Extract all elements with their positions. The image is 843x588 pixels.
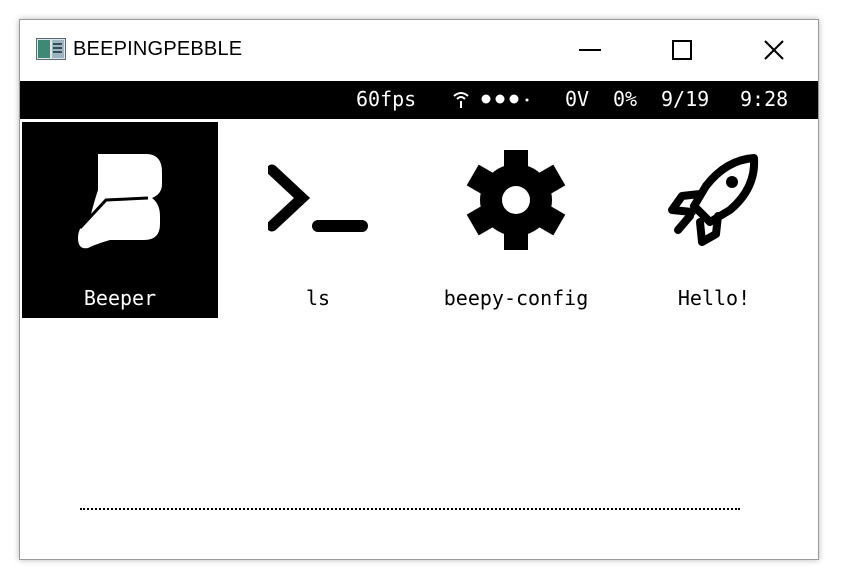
clock: 9:28 xyxy=(740,87,789,111)
close-button[interactable] xyxy=(728,20,818,80)
app-label: ls xyxy=(305,286,331,310)
app-icon xyxy=(36,38,66,60)
app-tile-hello[interactable]: Hello! xyxy=(616,122,812,318)
page-indicator-line xyxy=(80,508,740,510)
fps-counter: 60fps xyxy=(356,87,417,111)
app-label: Hello! xyxy=(677,286,751,310)
gear-icon xyxy=(466,150,566,250)
wifi-icon xyxy=(453,92,469,108)
close-icon xyxy=(764,40,784,60)
app-window: BEEPINGPEBBLE 60fps 0V 0% 9/19 9:28 Beep… xyxy=(19,19,819,560)
status-bar: 60fps 0V 0% 9/19 9:28 xyxy=(20,81,818,119)
app-tile-beeper[interactable]: Beeper xyxy=(22,122,218,318)
battery-percent: 0% xyxy=(613,87,638,111)
minimize-icon xyxy=(579,49,601,51)
app-label: Beeper xyxy=(83,286,157,310)
voltage-readout: 0V xyxy=(565,87,590,111)
window-title: BEEPINGPEBBLE xyxy=(73,38,243,60)
rocket-icon xyxy=(668,154,759,246)
app-tile-beepy-config[interactable]: beepy-config xyxy=(418,122,614,318)
terminal-prompt-icon xyxy=(268,164,368,232)
title-bar[interactable]: BEEPINGPEBBLE xyxy=(20,20,818,80)
date-readout: 9/19 xyxy=(661,87,710,111)
signal-dots-icon xyxy=(481,94,529,104)
app-tile-ls[interactable]: ls xyxy=(220,122,416,318)
beeper-logo-icon xyxy=(78,154,162,249)
app-label: beepy-config xyxy=(443,286,589,310)
minimize-button[interactable] xyxy=(544,20,636,80)
maximize-button[interactable] xyxy=(636,20,728,80)
maximize-icon xyxy=(672,40,692,60)
